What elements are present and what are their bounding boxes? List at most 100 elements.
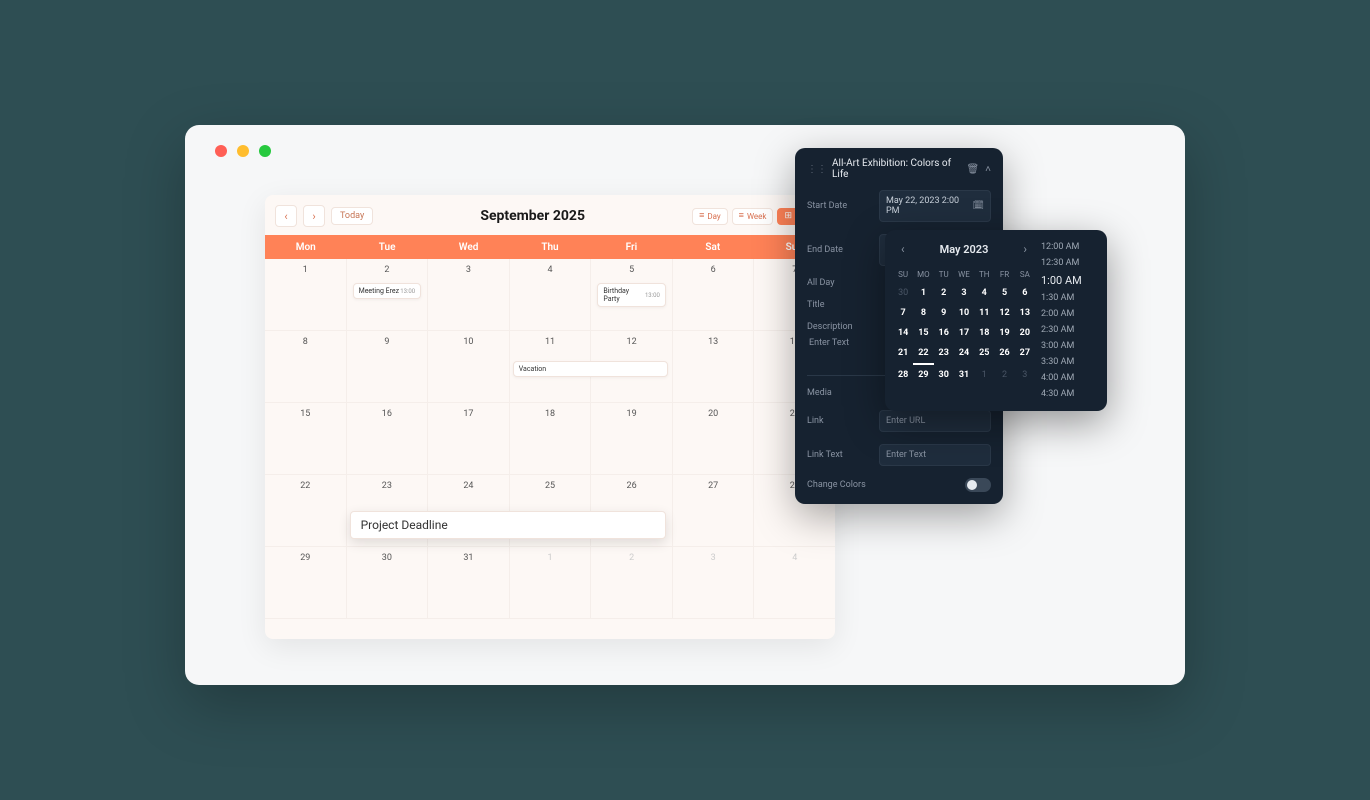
day-cell[interactable]: 18 (510, 403, 592, 475)
picker-day[interactable]: 17 (954, 323, 974, 343)
picker-time-option[interactable]: 3:00 AM (1041, 339, 1099, 353)
picker-day[interactable]: 26 (994, 343, 1014, 365)
day-cell[interactable]: 30 (347, 547, 429, 619)
event-vacation[interactable]: Vacation (513, 361, 668, 377)
picker-dow-cell: SA (1015, 266, 1035, 283)
day-cell[interactable]: 6 (673, 259, 755, 331)
day-cell[interactable]: 4 (754, 547, 835, 619)
picker-day[interactable]: 8 (913, 303, 933, 323)
picker-day[interactable]: 12 (994, 303, 1014, 323)
picker-day[interactable]: 24 (954, 343, 974, 365)
picker-day[interactable]: 19 (994, 323, 1014, 343)
day-number: 20 (679, 409, 748, 419)
day-cell[interactable]: 22 (265, 475, 347, 547)
picker-day[interactable]: 3 (954, 283, 974, 303)
picker-day[interactable]: 6 (1015, 283, 1035, 303)
picker-time-option[interactable]: 12:00 AM (1041, 240, 1099, 254)
picker-time-option[interactable]: 4:00 AM (1041, 371, 1099, 385)
change-colors-toggle[interactable] (965, 478, 991, 492)
day-cell[interactable]: 1 (510, 547, 592, 619)
event-birthday[interactable]: Birthday Party13:00 (597, 283, 666, 307)
day-cell[interactable]: 19 (591, 403, 673, 475)
prev-month-button[interactable]: ‹ (275, 205, 297, 227)
picker-day[interactable]: 11 (974, 303, 994, 323)
day-cell[interactable]: 10 (428, 331, 510, 403)
day-cell[interactable]: 9 (347, 331, 429, 403)
picker-prev-month-button[interactable]: ‹ (897, 240, 909, 258)
picker-time-option[interactable]: 1:30 AM (1041, 291, 1099, 305)
day-cell[interactable]: 5Birthday Party13:00 (591, 259, 673, 331)
picker-day[interactable]: 1 (913, 283, 933, 303)
view-day-button[interactable]: ≡Day (692, 208, 728, 225)
event-deadline[interactable]: Project Deadline (350, 511, 666, 539)
day-cell[interactable]: 17 (428, 403, 510, 475)
picker-day[interactable]: 9 (934, 303, 954, 323)
day-number: 31 (434, 553, 503, 563)
picker-day[interactable]: 2 (994, 365, 1014, 385)
picker-day[interactable]: 2 (934, 283, 954, 303)
close-window-icon[interactable] (215, 145, 227, 157)
today-button[interactable]: Today (331, 207, 373, 225)
picker-day[interactable]: 5 (994, 283, 1014, 303)
picker-day[interactable]: 30 (893, 283, 913, 303)
minimize-window-icon[interactable] (237, 145, 249, 157)
picker-day[interactable]: 22 (913, 343, 933, 365)
day-cell[interactable]: 27 (673, 475, 755, 547)
picker-day[interactable]: 21 (893, 343, 913, 365)
day-cell[interactable]: 31 (428, 547, 510, 619)
picker-time-list[interactable]: 12:00 AM 12:30 AM 1:00 AM 1:30 AM 2:00 AM 2:3… (1041, 240, 1099, 401)
picker-day[interactable]: 16 (934, 323, 954, 343)
picker-time-option[interactable]: 2:30 AM (1041, 323, 1099, 337)
next-month-button[interactable]: › (303, 205, 325, 227)
link-input[interactable]: Enter URL (879, 410, 991, 432)
picker-next-month-button[interactable]: › (1019, 240, 1031, 258)
picker-day[interactable]: 29 (913, 365, 933, 385)
day-cell[interactable]: 29 (265, 547, 347, 619)
picker-day[interactable]: 13 (1015, 303, 1035, 323)
start-date-input[interactable]: May 22, 2023 2:00 PM 🗓 (879, 190, 991, 222)
collapse-icon[interactable]: ˄ (985, 164, 991, 175)
event-meeting[interactable]: Meeting Erez13:00 (353, 283, 422, 299)
picker-time-option[interactable]: 2:00 AM (1041, 307, 1099, 321)
picker-day[interactable]: 20 (1015, 323, 1035, 343)
picker-day[interactable]: 15 (913, 323, 933, 343)
link-text-input[interactable]: Enter Text (879, 444, 991, 466)
day-number: 9 (353, 337, 422, 347)
picker-day[interactable]: 10 (954, 303, 974, 323)
picker-day[interactable]: 3 (1015, 365, 1035, 385)
day-cell[interactable]: 1 (265, 259, 347, 331)
picker-time-option[interactable]: 3:30 AM (1041, 355, 1099, 369)
day-cell[interactable]: 16 (347, 403, 429, 475)
picker-day[interactable]: 28 (893, 365, 913, 385)
day-cell[interactable]: 3 (673, 547, 755, 619)
day-number: 29 (271, 553, 340, 563)
day-cell[interactable]: 23Project Deadline (347, 475, 429, 547)
picker-day[interactable]: 23 (934, 343, 954, 365)
picker-time-option[interactable]: 4:30 AM (1041, 387, 1099, 401)
picker-day[interactable]: 31 (954, 365, 974, 385)
day-cell[interactable]: 11Vacation (510, 331, 592, 403)
picker-day[interactable]: 1 (974, 365, 994, 385)
drag-handle-icon[interactable]: ⋮⋮ (807, 164, 827, 175)
picker-time-option[interactable]: 12:30 AM (1041, 256, 1099, 270)
day-cell[interactable]: 2Meeting Erez13:00 (347, 259, 429, 331)
day-number: 16 (353, 409, 422, 419)
picker-day[interactable]: 4 (974, 283, 994, 303)
day-cell[interactable]: 15 (265, 403, 347, 475)
picker-day[interactable]: 25 (974, 343, 994, 365)
picker-day[interactable]: 30 (934, 365, 954, 385)
day-cell[interactable]: 13 (673, 331, 755, 403)
day-cell[interactable]: 2 (591, 547, 673, 619)
day-cell[interactable]: 3 (428, 259, 510, 331)
picker-time-option[interactable]: 1:00 AM (1041, 272, 1099, 289)
day-cell[interactable]: 8 (265, 331, 347, 403)
view-week-button[interactable]: ≡Week (732, 208, 774, 225)
picker-day[interactable]: 27 (1015, 343, 1035, 365)
maximize-window-icon[interactable] (259, 145, 271, 157)
picker-day[interactable]: 18 (974, 323, 994, 343)
trash-icon[interactable]: 🗑 (966, 164, 979, 175)
picker-day[interactable]: 7 (893, 303, 913, 323)
day-cell[interactable]: 20 (673, 403, 755, 475)
picker-day[interactable]: 14 (893, 323, 913, 343)
day-cell[interactable]: 4 (510, 259, 592, 331)
